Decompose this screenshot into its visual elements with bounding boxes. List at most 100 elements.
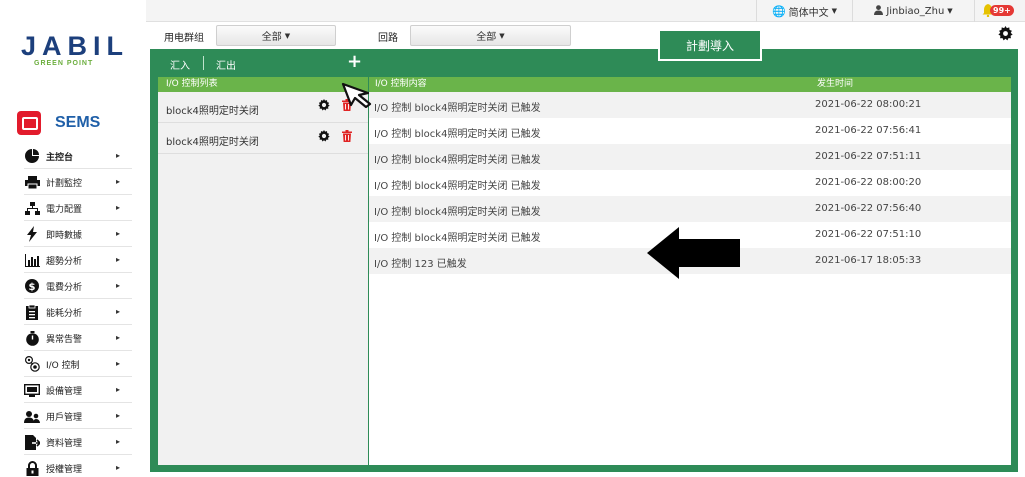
log-content: I/O 控制 123 已触发 [374,259,467,270]
app-name: SEMS [55,114,101,131]
alert-count-badge: 99+ [990,5,1014,16]
chevron-right-icon: ▸ [116,281,121,290]
sidebar-item-realtime-data[interactable]: 即時數據 ▸ [0,221,140,247]
chevron-right-icon: ▸ [116,385,121,394]
sidebar-item-alarms[interactable]: 異常告警 ▸ [0,325,140,351]
chevron-right-icon: ▸ [116,229,121,238]
export-button[interactable]: 汇出 [216,57,236,72]
add-button[interactable]: + [347,51,362,72]
list-item[interactable]: block4照明定时关闭 [158,123,368,154]
sidebar: JABIL GREEN POINT SEMS 主控台 ▸ 計劃監控 ▸ 電力配置… [0,0,146,477]
list-item[interactable]: block4照明定时关闭 [158,92,368,123]
app-root: JABIL GREEN POINT SEMS 主控台 ▸ 計劃監控 ▸ 電力配置… [0,0,1025,477]
top-bar: 🌐 简体中文 ▼ Jinbiao_Zhu ▼ 99+ [146,0,1025,22]
sidebar-item-energy-analysis[interactable]: 能耗分析 ▸ [0,299,140,325]
log-time: 2021-06-22 07:56:40 [815,203,922,214]
chevron-right-icon: ▸ [116,411,121,420]
clipboard-icon [24,304,40,320]
log-content: I/O 控制 block4照明定时关闭 已触发 [374,129,541,140]
group-select-value: 全部 [261,32,282,43]
sidebar-item-label: 即時數據 [46,230,83,241]
sidebar-item-license-management[interactable]: 授權管理 ▸ [0,455,140,477]
table-row[interactable]: I/O 控制 block4照明定时关闭 已触发 2021-06-22 08:00… [369,170,1011,196]
col-content-header: I/O 控制内容 [375,79,427,89]
table-row[interactable]: I/O 控制 block4照明定时关闭 已触发 2021-06-22 07:51… [369,144,1011,170]
gear-icon[interactable] [318,99,330,114]
caret-down-icon: ▼ [499,31,505,40]
user-menu[interactable]: Jinbiao_Zhu ▼ [852,0,974,22]
sidebar-item-label: 能耗分析 [46,308,83,319]
sidebar-item-label: 授權管理 [46,464,83,475]
group-label: 用电群组 [164,33,204,44]
log-content: I/O 控制 block4照明定时关闭 已触发 [374,103,541,114]
sidebar-item-device-management[interactable]: 設備管理 ▸ [0,377,140,403]
pie-chart-icon [24,148,40,164]
toolbar-divider [203,56,204,70]
chevron-right-icon: ▸ [116,463,121,472]
sidebar-item-label: 用戶管理 [46,412,83,423]
sitemap-icon [24,200,40,216]
user-name: Jinbiao_Zhu [886,5,945,17]
sidebar-item-cost-analysis[interactable]: $ 電費分析 ▸ [0,273,140,299]
circuit-label: 回路 [378,33,398,44]
table-row[interactable]: I/O 控制 block4照明定时关闭 已触发 2021-06-22 07:56… [369,118,1011,144]
chevron-right-icon: ▸ [116,437,121,446]
language-value: 简体中文 [788,7,829,19]
col-time-header: 发生时间 [817,79,854,89]
filter-bar: 用电群组 全部 ▼ 回路 全部 ▼ [146,23,1025,49]
gear-icon[interactable] [318,130,330,145]
import-button[interactable]: 汇入 [170,57,190,72]
app-brand[interactable]: SEMS [17,110,100,136]
trash-icon[interactable] [342,130,352,145]
stopwatch-icon [24,330,40,346]
sidebar-item-label: 異常告警 [46,334,83,345]
sidebar-item-user-management[interactable]: 用戶管理 ▸ [0,403,140,429]
sidebar-item-trend-analysis[interactable]: 趨勢分析 ▸ [0,247,140,273]
sidebar-item-io-control[interactable]: I/O 控制 ▸ [0,351,140,377]
bolt-icon [24,226,40,242]
company-logo: JABIL GREEN POINT [10,33,140,69]
chevron-right-icon: ▸ [116,359,121,368]
table-row[interactable]: I/O 控制 block4照明定时关闭 已触发 2021-06-22 07:56… [369,196,1011,222]
svg-text:$: $ [29,282,36,293]
sidebar-item-label: 趨勢分析 [46,256,83,267]
sidebar-item-label: 電力配置 [46,204,83,215]
sidebar-item-dashboard[interactable]: 主控台 ▸ [0,143,140,169]
sidebar-item-power-config[interactable]: 電力配置 ▸ [0,195,140,221]
log-time: 2021-06-22 07:51:10 [815,229,922,240]
sidebar-item-label: I/O 控制 [46,360,80,371]
logo-text: JABIL [20,31,129,61]
caret-down-icon: ▼ [284,31,291,40]
caret-down-icon: ▼ [831,7,838,15]
circuit-select[interactable]: 全部 ▼ [410,25,571,46]
sidebar-item-plan-monitor[interactable]: 計劃監控 ▸ [0,169,140,195]
io-item-name: block4照明定时关闭 [166,137,259,148]
sidebar-item-label: 設備管理 [46,386,83,397]
log-content: I/O 控制 block4照明定时关闭 已触发 [374,233,541,244]
sidebar-item-data-management[interactable]: 資料管理 ▸ [0,429,140,455]
table-row[interactable]: I/O 控制 block4照明定时关闭 已触发 2021-06-22 08:00… [369,92,1011,118]
chevron-right-icon: ▸ [116,333,121,342]
log-content: I/O 控制 block4照明定时关闭 已触发 [374,181,541,192]
io-item-name: block4照明定时关闭 [166,106,259,117]
chevron-right-icon: ▸ [116,177,121,186]
sidebar-item-label: 電費分析 [46,282,83,293]
caret-down-icon: ▼ [947,7,953,15]
log-content: I/O 控制 block4照明定时关闭 已触发 [374,155,541,166]
group-select[interactable]: 全部 ▼ [216,25,336,46]
chevron-right-icon: ▸ [116,307,121,316]
globe-icon: 🌐 [771,4,786,18]
monitor-icon [17,111,41,135]
sidebar-item-label: 資料管理 [46,438,83,449]
plan-import-button[interactable]: 計劃導入 [658,31,762,61]
language-selector[interactable]: 🌐 简体中文 ▼ [756,0,852,22]
monitor-icon [24,382,40,398]
settings-gear-icon[interactable] [998,26,1013,45]
dollar-icon: $ [24,278,40,294]
sidebar-item-label: 計劃監控 [46,178,83,189]
sidebar-item-label: 主控台 [46,152,74,163]
user-icon [874,4,884,18]
log-time: 2021-06-22 07:56:41 [815,125,922,136]
log-time: 2021-06-22 07:51:11 [815,151,922,162]
chevron-right-icon: ▸ [116,151,121,160]
